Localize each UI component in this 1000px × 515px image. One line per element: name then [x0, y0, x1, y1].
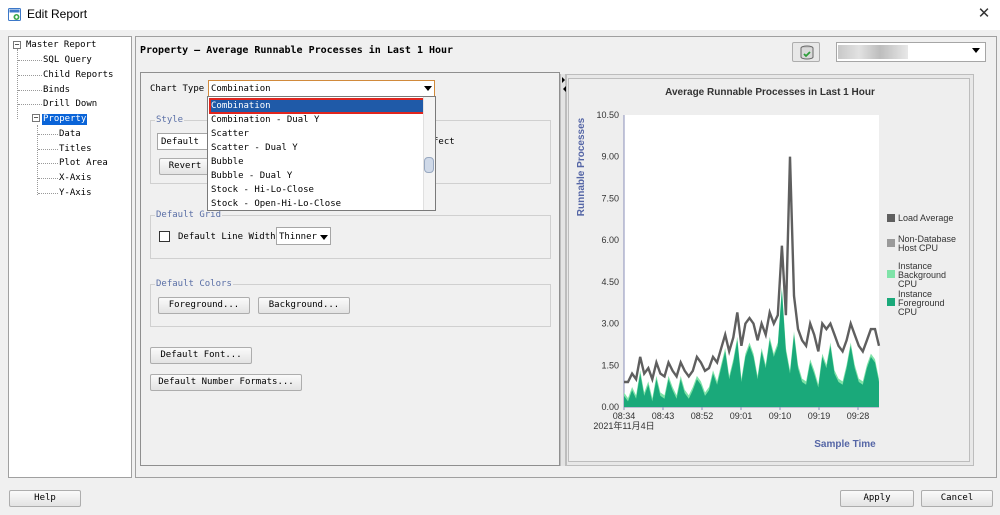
x-tick-label: 08:34 [613, 411, 636, 421]
tree-item-x-axis[interactable]: X-Axis [59, 173, 92, 184]
tree-item-child-reports[interactable]: Child Reports [43, 70, 113, 81]
chart-type-dropdown-list: Combination Combination - Dual Y Scatter… [207, 96, 436, 211]
page-title: Property — Average Runnable Processes in… [140, 45, 454, 56]
default-font-button[interactable]: Default Font... [150, 347, 252, 364]
tree-item-data[interactable]: Data [59, 129, 81, 140]
chart-frame: Average Runnable Processes in Last 1 Hou… [568, 78, 970, 462]
x-tick-label: 09:10 [769, 411, 792, 421]
title-bar [0, 0, 1000, 30]
tree-collapse-toggle[interactable]: − [32, 114, 40, 122]
window-title: Edit Report [27, 7, 88, 21]
effect-label: fect [433, 137, 455, 147]
database-check-icon [800, 45, 814, 60]
default-grid-group-title: Default Grid [155, 210, 223, 220]
y-tick-label: 1.50 [601, 360, 619, 370]
dropdown-option-scatter[interactable]: Scatter [210, 127, 426, 141]
tree-item-titles[interactable]: Titles [59, 144, 92, 155]
legend-label: Instance Background CPU [898, 261, 946, 289]
x-axis-label: Sample Time [814, 439, 876, 450]
tree-item-property[interactable]: Property [42, 114, 88, 125]
style-value: Default [161, 137, 199, 147]
x-tick-label: 09:19 [808, 411, 831, 421]
x-tick-label: 08:43 [652, 411, 675, 421]
dropdown-option-combination-dual-y[interactable]: Combination - Dual Y [210, 113, 426, 127]
connection-button[interactable] [792, 42, 820, 62]
chevron-down-icon [424, 86, 432, 91]
dropdown-option-bubble-dual-y[interactable]: Bubble - Dual Y [210, 169, 426, 183]
legend-swatch [887, 270, 895, 278]
close-button[interactable]: ✕ [972, 3, 996, 25]
y-tick-label: 3.00 [601, 319, 619, 329]
tree-collapse-toggle[interactable]: − [13, 41, 21, 49]
dropdown-option-stock-hlc[interactable]: Stock - Hi-Lo-Close [210, 183, 426, 197]
dropdown-option-stock-ohlc[interactable]: Stock - Open-Hi-Lo-Close [210, 197, 426, 211]
tree-item-binds[interactable]: Binds [43, 85, 70, 96]
line-width-value: Thinner [279, 232, 317, 242]
report-tree: − Master Report SQL Query Child Reports … [8, 36, 132, 478]
tree-item-y-axis[interactable]: Y-Axis [59, 188, 92, 199]
foreground-button[interactable]: Foreground... [158, 297, 250, 314]
legend-label: Non-Database Host CPU [898, 234, 956, 253]
legend-swatch [887, 239, 895, 247]
chart-title: Average Runnable Processes in Last 1 Hou… [665, 87, 875, 98]
legend-label: Load Average [898, 213, 953, 223]
default-number-formats-button[interactable]: Default Number Formats... [150, 374, 302, 391]
dropdown-scrollbar-thumb[interactable] [424, 157, 434, 173]
default-line-width-checkbox[interactable] [159, 231, 170, 242]
cancel-button[interactable]: Cancel [921, 490, 993, 507]
x-tick-label: 08:52 [691, 411, 714, 421]
dropdown-scrollbar[interactable] [423, 97, 435, 210]
tree-item-sql-query[interactable]: SQL Query [43, 55, 92, 66]
tree-item-drill-down[interactable]: Drill Down [43, 99, 97, 110]
legend-label: Instance Foreground CPU [898, 289, 945, 317]
y-tick-label: 6.00 [601, 235, 619, 245]
revert-button[interactable]: Revert [159, 158, 211, 175]
dropdown-option-combination[interactable]: Combination [209, 98, 427, 114]
x-tick-label: 09:01 [730, 411, 753, 421]
legend-swatch [887, 298, 895, 306]
style-group-title: Style [155, 115, 185, 125]
tree-item-plot-area[interactable]: Plot Area [59, 158, 108, 169]
chart-type-label: Chart Type [150, 84, 205, 94]
connection-name-redacted [838, 45, 908, 59]
y-axis-label: Runnable Processes [576, 117, 587, 216]
app-icon [8, 8, 21, 21]
help-button[interactable]: Help [9, 490, 81, 507]
chevron-down-icon [972, 48, 980, 53]
chart-type-value: Combination [211, 84, 271, 94]
y-tick-label: 10.50 [596, 110, 619, 120]
tree-item-master-report[interactable]: Master Report [26, 40, 96, 51]
y-tick-label: 9.00 [601, 152, 619, 162]
dropdown-option-scatter-dual-y[interactable]: Scatter - Dual Y [210, 141, 426, 155]
dropdown-option-bubble[interactable]: Bubble [210, 155, 426, 169]
default-colors-group-title: Default Colors [155, 279, 233, 289]
legend-swatch [887, 214, 895, 222]
y-tick-label: 7.50 [601, 193, 619, 203]
x-tick-label: 09:28 [847, 411, 870, 421]
default-line-width-label: Default Line Width [178, 232, 276, 242]
y-tick-label: 4.50 [601, 277, 619, 287]
chart: Average Runnable Processes in Last 1 Hou… [576, 87, 956, 450]
x-date-label: 2021年11月4日 [593, 420, 654, 431]
apply-button[interactable]: Apply [840, 490, 914, 507]
chevron-down-icon [320, 235, 328, 240]
background-button[interactable]: Background... [258, 297, 350, 314]
